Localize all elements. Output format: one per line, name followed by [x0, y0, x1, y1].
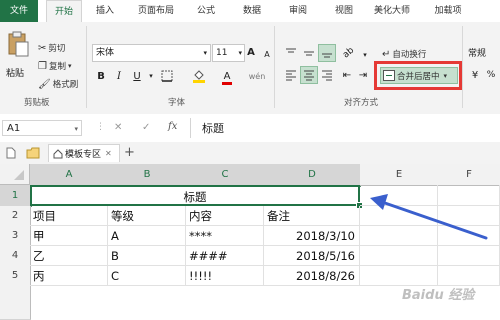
annotation-arrow	[370, 194, 488, 240]
watermark: Baidu 经验	[402, 288, 475, 303]
